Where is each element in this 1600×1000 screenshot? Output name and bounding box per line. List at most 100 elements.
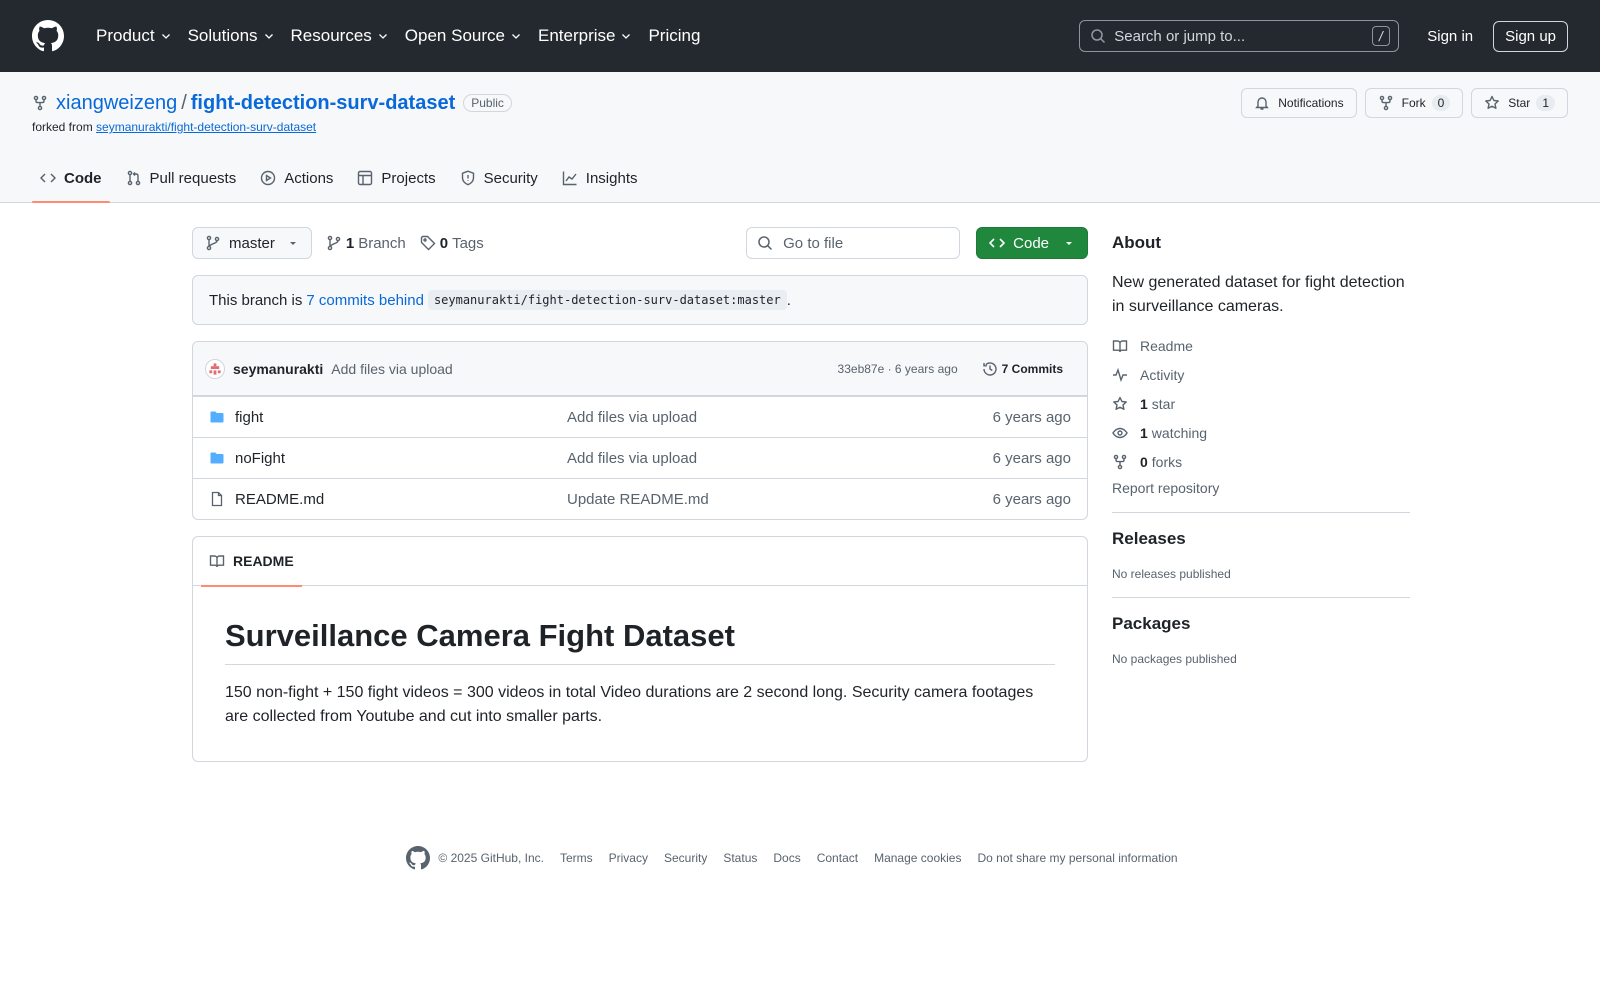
nav-solutions[interactable]: Solutions (180, 16, 283, 56)
stars-link[interactable]: 1 star (1112, 389, 1410, 418)
commit-author-link[interactable]: seymanurakti (233, 361, 323, 377)
nav-product-label: Product (96, 26, 155, 45)
forks-link[interactable]: 0 forks (1112, 447, 1410, 476)
file-table: seymanurakti Add files via upload 33eb87… (192, 341, 1088, 520)
tab-projects[interactable]: Projects (349, 154, 443, 202)
branch-icon (206, 235, 220, 251)
commit-sha-time[interactable]: 33eb87e · 6 years ago (838, 362, 958, 376)
nav-enterprise[interactable]: Enterprise (530, 16, 640, 56)
tags-link[interactable]: 0 Tags (420, 235, 484, 252)
repo-separator: / (181, 91, 187, 114)
footer-link-status[interactable]: Status (723, 851, 757, 865)
nav-solutions-label: Solutions (187, 26, 258, 45)
divider (1112, 597, 1410, 598)
tab-pull-requests[interactable]: Pull requests (118, 154, 245, 202)
global-nav: Product Solutions Resources Open Source … (88, 16, 708, 56)
file-icon (211, 491, 223, 507)
tab-pull-requests-label: Pull requests (149, 169, 237, 187)
code-icon (989, 238, 1006, 248)
nav-resources-label: Resources (290, 26, 372, 45)
github-mark-icon[interactable] (406, 846, 431, 870)
footer-link-privacy[interactable]: Privacy (609, 851, 648, 865)
forks-count: 0 (1140, 453, 1148, 470)
table-row[interactable]: fight Add files via upload 6 years ago (193, 396, 1087, 437)
notifications-label: Notifications (1278, 96, 1344, 110)
star-icon (1485, 95, 1500, 109)
tab-insights[interactable]: Insights (554, 154, 646, 202)
file-name-link[interactable]: noFight (235, 450, 567, 467)
tab-code[interactable]: Code (32, 154, 110, 203)
main-content: master 1 Branch 0 Tags Go to file Code T… (0, 203, 1600, 762)
releases-heading[interactable]: Releases (1112, 529, 1410, 549)
table-row[interactable]: README.md Update README.md 6 years ago (193, 478, 1087, 519)
branch-select-button[interactable]: master (192, 227, 312, 259)
star-label: Star (1508, 96, 1531, 110)
file-commit-message[interactable]: Update README.md (567, 491, 993, 508)
repo-owner-link[interactable]: xiangweizeng (56, 92, 177, 115)
commits-history-link[interactable]: 7 Commits (974, 357, 1071, 381)
nav-pricing[interactable]: Pricing (640, 16, 708, 56)
packages-heading[interactable]: Packages (1112, 614, 1410, 634)
footer-link-docs[interactable]: Docs (773, 851, 800, 865)
branches-link[interactable]: 1 Branch (326, 235, 406, 252)
forked-from-link[interactable]: seymanurakti/fight-detection-surv-datase… (96, 120, 316, 134)
nav-open-source[interactable]: Open Source (397, 16, 530, 56)
tab-security[interactable]: Security (452, 154, 546, 202)
footer-link-terms[interactable]: Terms (560, 851, 593, 865)
branch-name: master (229, 234, 275, 252)
repo-sidebar: About New generated dataset for fight de… (1112, 227, 1410, 762)
footer-copyright: © 2025 GitHub, Inc. (438, 851, 544, 865)
notifications-button[interactable]: Notifications (1241, 88, 1357, 118)
footer-link-security[interactable]: Security (664, 851, 707, 865)
nav-resources[interactable]: Resources (283, 16, 397, 56)
activity-link[interactable]: Activity (1112, 360, 1410, 389)
commits-behind-link[interactable]: 7 commits behind (306, 292, 424, 309)
chevron-down-icon (622, 34, 631, 39)
report-repository-link[interactable]: Report repository (1112, 480, 1410, 496)
go-to-file-input[interactable]: Go to file (746, 227, 961, 259)
tab-readme[interactable]: README (201, 537, 302, 587)
readme-tabbar: README (193, 537, 1087, 587)
file-name-link[interactable]: README.md (235, 491, 567, 508)
readme-link-label: Readme (1140, 337, 1193, 354)
behind-suffix: . (786, 291, 791, 309)
file-commit-message[interactable]: Add files via upload (567, 409, 993, 426)
sign-up-button[interactable]: Sign up (1493, 20, 1568, 52)
watchers-link[interactable]: 1 watching (1112, 418, 1410, 447)
table-row[interactable]: noFight Add files via upload 6 years ago (193, 437, 1087, 478)
file-name-link[interactable]: fight (235, 409, 567, 426)
book-icon (1112, 339, 1128, 352)
chevron-down-icon (161, 34, 170, 39)
chevron-down-icon (378, 34, 387, 39)
star-button[interactable]: Star 1 (1471, 88, 1568, 118)
behind-prefix: This branch is (209, 291, 303, 309)
footer-link-manage-cookies[interactable]: Manage cookies (874, 851, 961, 865)
footer-link-contact[interactable]: Contact (817, 851, 858, 865)
repo-name-link[interactable]: fight-detection-surv-dataset (191, 92, 455, 115)
commit-message-link[interactable]: Add files via upload (331, 361, 452, 377)
stars-count: 1 (1140, 395, 1148, 412)
readme-content: Surveillance Camera Fight Dataset 150 no… (193, 586, 1087, 761)
forked-from-label: forked from (32, 120, 93, 134)
avatar[interactable] (205, 358, 225, 379)
fork-icon (1379, 95, 1392, 111)
tag-icon (420, 235, 436, 251)
code-dropdown-button[interactable]: Code (976, 227, 1088, 259)
folder-icon (210, 452, 224, 464)
nav-product[interactable]: Product (88, 16, 180, 56)
sign-in-link[interactable]: Sign in (1423, 22, 1477, 51)
repo-tabs: Code Pull requests Actions Projects Secu… (32, 154, 654, 203)
footer-link-do-not-share[interactable]: Do not share my personal information (977, 851, 1177, 865)
global-search-input[interactable]: Search or jump to... / (1079, 20, 1400, 52)
eye-icon (1112, 427, 1128, 438)
forks-label: forks (1151, 453, 1183, 470)
github-logo-icon[interactable] (32, 20, 64, 52)
about-description: New generated dataset for fight detectio… (1112, 274, 1405, 315)
file-commit-message[interactable]: Add files via upload (567, 450, 993, 467)
fork-button[interactable]: Fork 0 (1364, 88, 1464, 118)
nav-open-source-label: Open Source (404, 26, 505, 45)
commits-count-label: 7 Commits (1001, 361, 1063, 376)
tab-actions[interactable]: Actions (252, 154, 341, 202)
readme-link[interactable]: Readme (1112, 331, 1410, 360)
activity-link-label: Activity (1140, 366, 1185, 383)
